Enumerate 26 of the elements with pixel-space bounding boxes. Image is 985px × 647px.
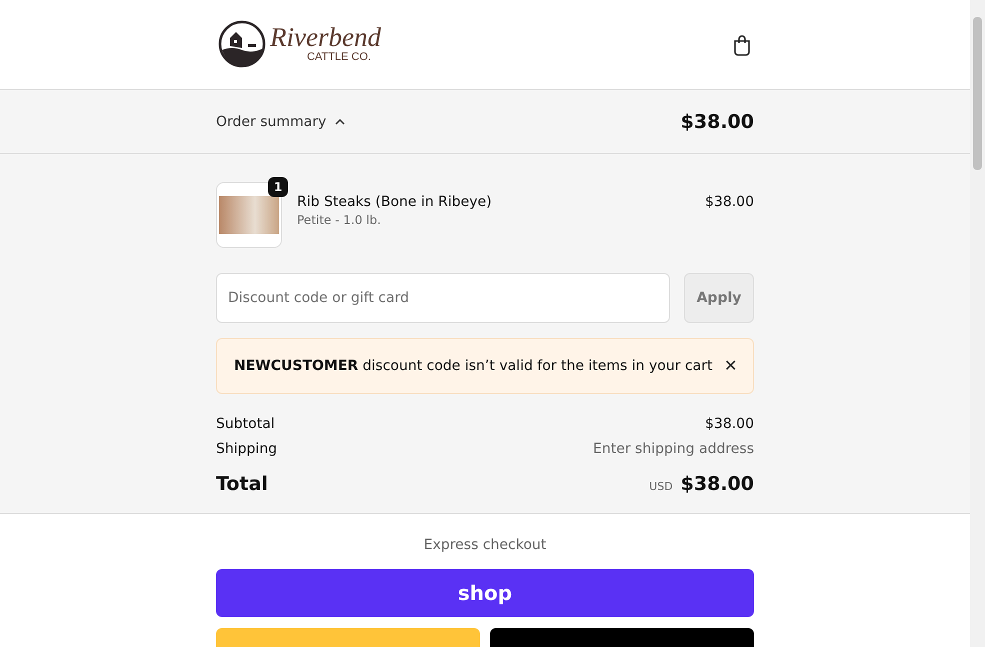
photo-placeholder (219, 196, 279, 234)
currency-code: USD (649, 480, 673, 493)
brand-logo[interactable]: Riverbend CATTLE CO. (218, 20, 381, 68)
farmhouse-emblem-icon (218, 20, 266, 68)
product-title: Rib Steaks (Bone in Ribeye) (297, 194, 493, 210)
total-label: Total (216, 473, 268, 495)
express-checkout-heading: Express checkout (422, 537, 548, 553)
shop-pay-button[interactable]: shop (216, 569, 754, 617)
alert-message: NEWCUSTOMER discount code isn’t valid for the items in your cart (234, 358, 712, 374)
product-price: $38.00 (705, 194, 754, 210)
chevron-up-icon (335, 118, 346, 124)
product-variant: Petite - 1.0 lb. (297, 213, 382, 227)
quantity-badge: 1 (268, 177, 288, 197)
totals-value: $38.00 (705, 416, 754, 432)
order-summary-toggle[interactable]: Order summary (216, 114, 346, 130)
logo-script-text: Riverbend (270, 24, 381, 51)
totals-label: Subtotal (216, 416, 275, 432)
total-amount: $38.00 (680, 473, 754, 495)
totals-value: Enter shipping address (593, 441, 754, 457)
totals-label: Shipping (216, 441, 278, 457)
logo-subtitle: CATTLE CO. (306, 51, 371, 63)
scrollbar[interactable] (970, 0, 985, 647)
shopping-bag-icon[interactable] (732, 34, 752, 56)
scrollbar-thumb[interactable] (973, 17, 982, 170)
close-button[interactable]: ✕ (724, 356, 737, 376)
summary-total: $38.00 (680, 110, 754, 132)
